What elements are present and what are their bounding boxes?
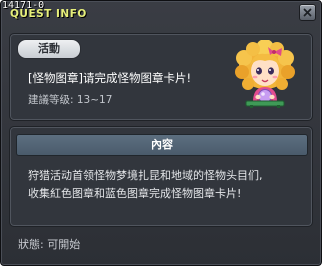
- quest-status: 狀態: 可開始: [18, 238, 81, 251]
- close-button[interactable]: [299, 4, 316, 21]
- content-text-line: 收集紅色图章和蓝色图章完成怪物图章卡片!: [28, 187, 242, 200]
- close-icon: [303, 8, 312, 17]
- npc-avatar: [235, 40, 295, 108]
- quest-title: [怪物图章]请完成怪物图章卡片!: [28, 71, 192, 85]
- recommended-level: 建議等级: 13~17: [28, 94, 113, 106]
- window-title: QUEST INFO: [10, 8, 87, 20]
- content-text-line: 狩猎活动首领怪物梦境扎昆和地域的怪物头目们,: [28, 169, 263, 182]
- category-badge: 活動: [17, 39, 81, 59]
- content-header: 內容: [16, 134, 308, 156]
